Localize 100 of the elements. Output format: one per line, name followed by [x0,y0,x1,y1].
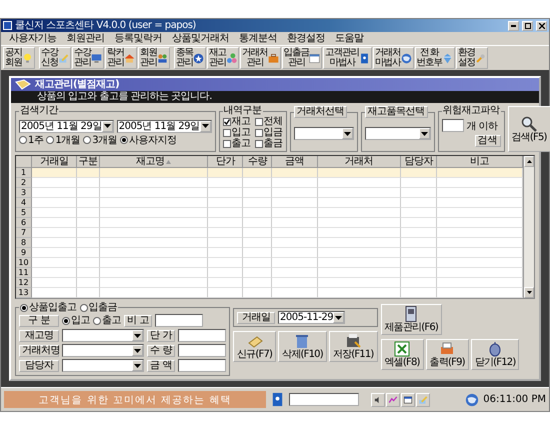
column-header[interactable]: 거래일 [32,156,78,168]
radio-option[interactable]: 1주 [19,134,44,146]
toolbar-button[interactable]: 입출금 관리 [282,47,322,69]
checkbox[interactable] [222,128,231,136]
radio-option[interactable]: 사용자지정 [120,134,177,146]
tray-button[interactable] [371,392,385,406]
table-row[interactable]: 11 [16,268,523,278]
vendor-dropdown[interactable] [294,127,354,140]
maximize-icon [524,22,530,28]
menu-item[interactable]: 등록및락커 [114,32,162,44]
column-header[interactable]: 재고명 [100,156,208,168]
caret-icon [335,316,342,320]
table-row[interactable]: 6 [16,218,523,228]
search-button[interactable]: 검색 [474,134,501,146]
checkbox-option[interactable]: 출금 [254,138,283,149]
row-number: 7 [16,228,32,238]
column-header[interactable]: 단가 [208,156,244,168]
close-button[interactable] [536,20,547,30]
toolbar-button[interactable]: 수강 관리 [72,47,104,69]
column-header[interactable]: 수량 [243,156,272,168]
column-header[interactable]: 비고 [437,156,523,168]
table-row[interactable]: 4 [16,198,523,208]
menu-item[interactable]: 통계분석 [239,32,277,44]
status-field[interactable] [289,393,359,406]
checkbox[interactable] [222,140,231,148]
row-number: 8 [16,238,32,248]
date-picker[interactable]: 2005년 11월 29일 [116,120,212,132]
field-label: 재고명 [19,330,59,342]
radio-option[interactable]: 입고 [62,315,90,326]
menu-item[interactable]: 회원관리 [66,32,104,44]
radio-option[interactable]: 입출금 [80,302,117,313]
column-header[interactable]: 금액 [272,156,318,168]
column-header[interactable]: 담당자 [400,156,438,168]
tool-button[interactable]: 출력(F9) [426,339,469,370]
menu-item[interactable]: 환경설정 [287,32,325,44]
radio-option[interactable]: 출고 [93,315,121,326]
table-row[interactable]: 12 [16,278,523,288]
product-button[interactable]: 제품관리(F6) [380,304,442,335]
tool-button[interactable]: 엑셀(F8) [380,339,424,370]
note-field[interactable] [155,314,203,327]
column-header[interactable]: 거래처 [318,156,401,168]
action-button[interactable]: 삭제(F10) [278,331,327,362]
item-dropdown[interactable] [364,127,431,140]
search-button[interactable]: 검색(F5) [508,106,550,152]
input-field[interactable] [178,344,226,357]
toolbar-button[interactable]: 종목 관리 [174,47,206,69]
table-row[interactable]: 8 [16,238,523,248]
checkbox[interactable] [254,140,263,148]
table-row[interactable]: 3 [16,188,523,198]
table-row[interactable]: 9 [16,248,523,258]
tool-button[interactable]: 닫기(F12) [470,339,520,370]
toolbar-button[interactable]: 거래처 관리 [240,47,280,69]
toolbar-button[interactable]: 회원 관리 [138,47,170,69]
checkbox-option[interactable]: 입금 [254,127,283,138]
toolbar-button[interactable]: 고객관리 마법사 [323,47,372,69]
checkbox-option[interactable]: 입고 [222,127,251,138]
menu-item[interactable]: 사용자기능 [9,32,56,44]
maximize-button[interactable] [522,20,533,30]
checkbox[interactable] [254,118,263,126]
table-row[interactable]: 5 [16,208,523,218]
table-row[interactable]: 1 [16,168,523,178]
dropdown[interactable] [62,329,144,342]
panel-title: 재고관리(별점재고) [35,79,120,90]
tray-button[interactable] [401,392,415,406]
toolbar-button[interactable]: 환경 설정 [456,47,488,69]
minimize-button[interactable] [508,20,519,30]
checkbox[interactable] [222,118,231,126]
date-picker[interactable]: 2005-11-29 [278,311,346,324]
quantity-field[interactable] [442,119,464,132]
table-row[interactable]: 2 [16,178,523,188]
checkbox[interactable] [254,128,263,136]
date-picker[interactable]: 2005년 11월 29일 [19,120,114,132]
toolbar-button[interactable]: 재고 관리 [207,47,239,69]
input-field[interactable] [178,329,226,342]
toolbar-button[interactable]: 수강 신청 [39,47,71,69]
toolbar-button[interactable]: 거래처 마법사 [373,47,414,69]
dropdown[interactable] [62,344,144,357]
table-row[interactable]: 7 [16,228,523,238]
toolbar-button[interactable]: 락커 관리 [105,47,137,69]
toolbar-button[interactable]: 전 화 번호부 [414,47,455,69]
column-header[interactable]: 구분 [77,156,100,168]
toolbar-button[interactable]: 공지 회원 [3,47,35,69]
checkbox-option[interactable]: 전체 [254,116,283,127]
checkbox-option[interactable]: 출고 [222,138,251,149]
tray-button[interactable] [386,392,400,406]
ticker-banner: 고객님을 위한 꼬미에서 제공하는 혜택 [4,391,266,408]
action-button[interactable]: 신규(F7) [233,331,276,362]
dropdown[interactable] [62,359,144,372]
menu-item[interactable]: 상품및거래처 [172,32,229,44]
chart-icon [388,394,398,404]
table-row[interactable]: 10 [16,258,523,268]
radio-option[interactable]: 상품입출고 [20,302,76,313]
table-row[interactable]: 13 [16,288,523,298]
input-field[interactable] [178,359,226,372]
scrollbar[interactable] [523,156,534,298]
checkbox-option[interactable]: 재고 [222,116,251,127]
radio-option[interactable]: 3개월 [83,134,118,146]
menu-item[interactable]: 도움말 [335,32,364,44]
action-button[interactable]: 저장(F11) [328,331,378,362]
radio-option[interactable]: 1개월 [46,134,80,146]
